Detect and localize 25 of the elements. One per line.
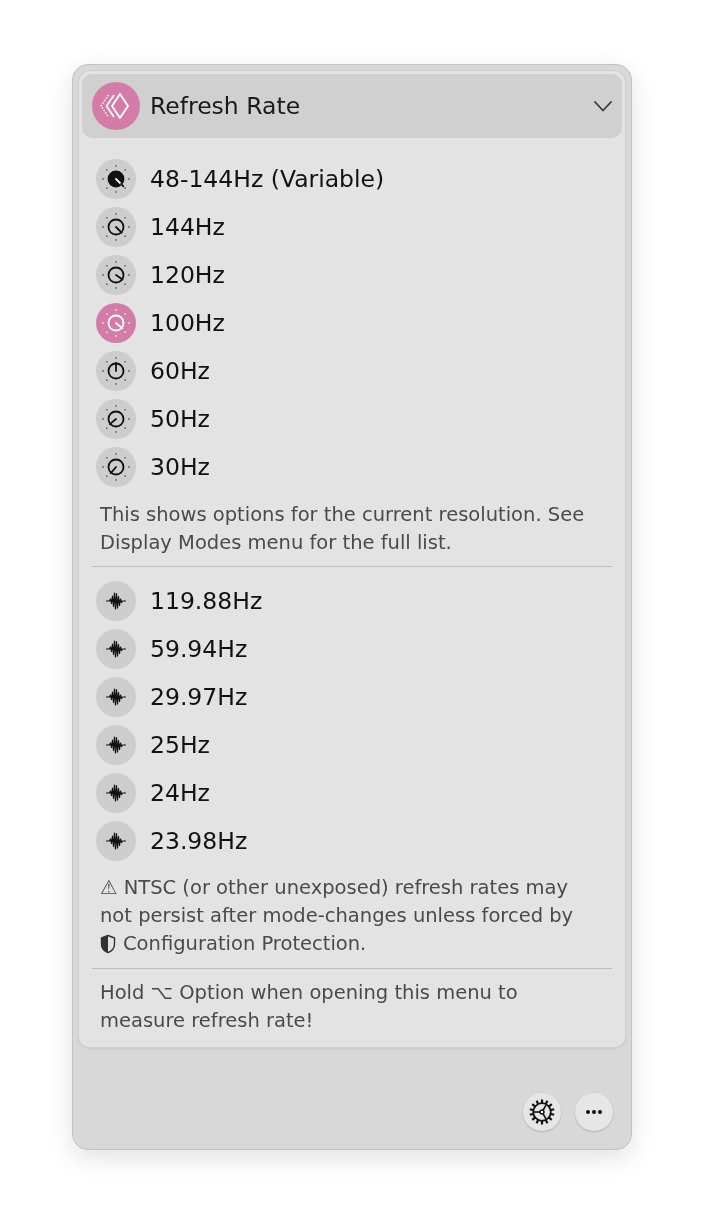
diamond-logo-icon bbox=[92, 82, 140, 130]
menu-item[interactable]: 120Hz bbox=[82, 251, 622, 299]
menu-item[interactable]: 29.97Hz bbox=[82, 673, 622, 721]
gear-icon bbox=[529, 1099, 555, 1125]
more-button[interactable] bbox=[575, 1093, 613, 1131]
ellipsis-icon bbox=[586, 1110, 602, 1114]
shield-icon bbox=[100, 934, 116, 954]
menu-item[interactable]: 24Hz bbox=[82, 769, 622, 817]
settings-button[interactable] bbox=[523, 1093, 561, 1131]
menu-item[interactable]: 25Hz bbox=[82, 721, 622, 769]
protection-label: Configuration Protection. bbox=[123, 931, 367, 957]
menu-item[interactable]: 59.94Hz bbox=[82, 625, 622, 673]
hint-text: Hold ⌥ Option when opening this menu to measure refresh rate! bbox=[100, 980, 519, 1034]
menu-item[interactable]: 119.88Hz bbox=[82, 577, 622, 625]
warning-text: ⚠ NTSC (or other unexposed) refresh rates may not persist after mode-changes unless forced by bbox=[100, 875, 575, 929]
menu-item[interactable]: 60Hz bbox=[82, 347, 622, 395]
note-text: This shows options for the current resolution. See Display Modes menu for the full list. bbox=[100, 502, 586, 556]
menu-item[interactable]: 30Hz bbox=[82, 443, 622, 491]
menu-item[interactable]: 100Hz bbox=[82, 299, 622, 347]
menu-item[interactable]: 50Hz bbox=[82, 395, 622, 443]
chevron-down-icon bbox=[594, 100, 612, 112]
menu-item[interactable]: 144Hz bbox=[82, 203, 622, 251]
menu-item[interactable]: 48-144Hz (Variable) bbox=[82, 155, 622, 203]
section-header[interactable]: Refresh Rate bbox=[82, 74, 622, 138]
menu-item[interactable]: 23.98Hz bbox=[82, 817, 622, 865]
